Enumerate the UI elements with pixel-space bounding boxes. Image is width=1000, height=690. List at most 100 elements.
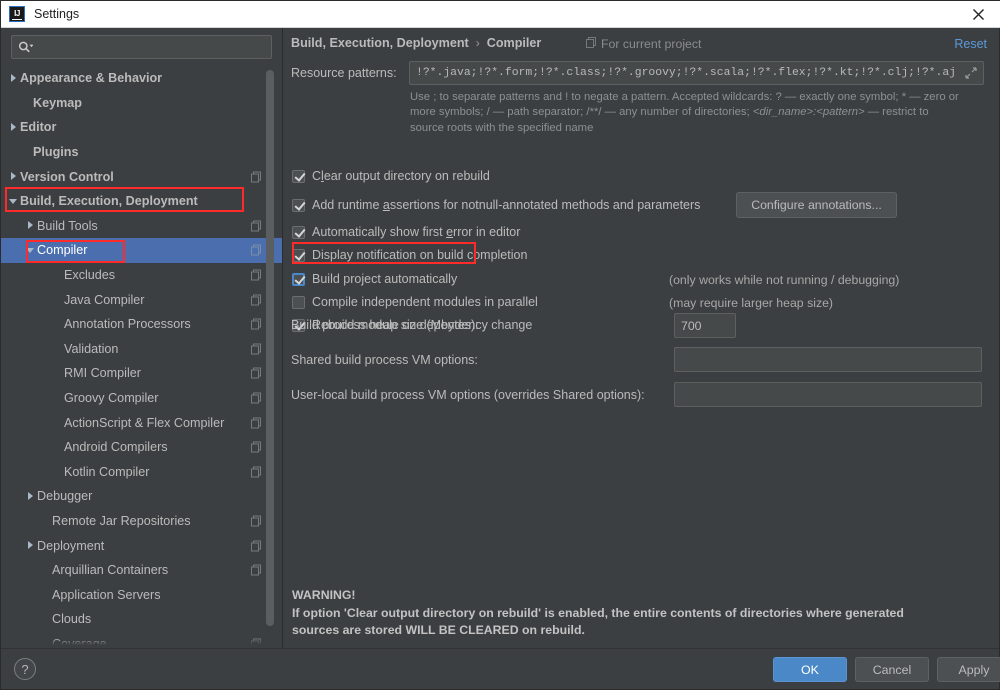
label-part-pre: Display notification on build completion [312,248,528,262]
label-mnemonic: e [446,225,454,239]
sidebar-item-coverage[interactable]: Coverage [1,632,282,648]
checkbox-clear-output-directory-on[interactable] [292,169,305,183]
close-icon[interactable] [955,1,1000,27]
project-scope-icon [251,269,262,281]
checkbox-build-project-automatically[interactable] [292,272,305,286]
sidebar-scrollbar-track[interactable] [266,68,278,644]
sidebar-item-excludes[interactable]: Excludes [1,263,282,288]
chevron-right-icon[interactable] [26,491,37,502]
field-input-shared-build-process-vm[interactable] [674,347,982,372]
sidebar-item-version-control[interactable]: Version Control [1,164,282,189]
sidebar-item-clouds[interactable]: Clouds [1,607,282,632]
checkbox-row-clear-output-directory-on: Clear output directory on rebuild [292,169,490,183]
sidebar-item-kotlin-compiler[interactable]: Kotlin Compiler [1,460,282,485]
cancel-button[interactable]: Cancel [855,657,929,682]
resource-patterns-label: Resource patterns: [291,66,397,80]
sidebar-item-actionscript-flex-compiler[interactable]: ActionScript & Flex Compiler [1,410,282,435]
sidebar-item-label: Groovy Compiler [64,391,159,406]
hint-line-1: Use ; to separate patterns and ! to nega… [410,91,959,103]
project-scope-icon [251,638,262,648]
sidebar-item-build-execution-deployment[interactable]: Build, Execution, Deployment [1,189,282,214]
sidebar-item-appearance-behavior[interactable]: Appearance & Behavior [1,66,282,91]
sidebar-item-label: Build, Execution, Deployment [20,194,198,209]
sidebar-item-label: Application Servers [52,587,161,602]
checkbox-compile-independent-modules-in[interactable] [292,295,305,309]
logo-text: IJ [14,9,20,18]
warning-line-3: sources are stored WILL BE CLEARED on re… [292,623,585,637]
chevron-right-icon[interactable] [26,220,37,231]
sidebar-item-editor[interactable]: Editor [1,115,282,140]
checkbox-label[interactable]: Automatically show first error in editor [312,225,520,239]
sidebar-item-build-tools[interactable]: Build Tools [1,214,282,239]
checkbox-label[interactable]: Compile independent modules in parallel [312,295,538,309]
settings-tree[interactable]: Appearance & Behavior Keymap Editor Plugins… [1,66,282,648]
breadcrumb-current: Compiler [486,36,542,50]
resource-patterns-field[interactable]: !?*.java;!?*.form;!?*.class;!?*.groovy;!… [409,61,984,85]
search-icon [18,41,33,54]
sidebar-item-compiler[interactable]: Compiler [1,238,282,263]
title-bar: IJ Settings [1,1,1000,28]
search-input[interactable] [38,40,265,54]
resource-patterns-value[interactable]: !?*.java;!?*.form;!?*.class;!?*.groovy;!… [410,67,959,79]
sidebar-item-validation[interactable]: Validation [1,337,282,362]
chevron-right-icon[interactable] [26,540,37,551]
settings-sidebar: Appearance & Behavior Keymap Editor Plugins… [1,28,283,648]
reset-link[interactable]: Reset [954,37,987,51]
checkbox-label[interactable]: Clear output directory on rebuild [312,169,490,183]
ok-button[interactable]: OK [773,657,847,682]
field-label-build-process-heap-size: Build process heap size (Mbytes): [291,318,479,332]
search-box[interactable] [11,35,272,59]
chevron-down-icon[interactable] [26,245,37,256]
sidebar-item-application-servers[interactable]: Application Servers [1,582,282,607]
checkbox-add-runtime-assertions-for[interactable] [292,198,305,212]
sidebar-item-annotation-processors[interactable]: Annotation Processors [1,312,282,337]
sidebar-item-label: Java Compiler [64,292,145,307]
chevron-right-icon[interactable] [9,171,20,182]
help-button[interactable]: ? [14,658,36,680]
sidebar-item-deployment[interactable]: Deployment [1,533,282,558]
sidebar-item-groovy-compiler[interactable]: Groovy Compiler [1,386,282,411]
sidebar-item-java-compiler[interactable]: Java Compiler [1,287,282,312]
sidebar-item-label: Appearance & Behavior [20,71,163,86]
sidebar-item-remote-jar-repositories[interactable]: Remote Jar Repositories [1,509,282,534]
sidebar-item-android-compilers[interactable]: Android Compilers [1,435,282,460]
checkbox-label[interactable]: Add runtime assertions for notnull-annot… [312,198,700,212]
apply-button[interactable]: Apply [937,657,1000,682]
project-scope-icon [251,367,262,379]
expand-icon[interactable] [959,62,983,84]
checkbox-display-notification-on-build[interactable] [292,248,305,262]
configure-annotations-button[interactable]: Configure annotations... [736,192,897,218]
field-input-build-process-heap-size[interactable] [674,313,736,338]
sidebar-item-label: Annotation Processors [64,317,191,332]
window-title: Settings [34,7,80,21]
chevron-down-icon[interactable] [9,196,20,207]
label-part-pre: Add runtime [312,198,383,212]
sidebar-item-label: Debugger [37,489,93,504]
warning-line-2: If option 'Clear output directory on reb… [292,605,904,620]
sidebar-item-rmi-compiler[interactable]: RMI Compiler [1,361,282,386]
sidebar-item-plugins[interactable]: Plugins [1,140,282,165]
checkbox-label[interactable]: Display notification on build completion [312,248,527,262]
breadcrumb: Build, Execution, Deployment › Compiler [291,36,541,50]
compiler-settings-panel: Build, Execution, Deployment › Compiler … [284,28,999,648]
sidebar-item-debugger[interactable]: Debugger [1,484,282,509]
sidebar-scrollbar-thumb[interactable] [266,70,274,626]
sidebar-item-arquillian-containers[interactable]: Arquillian Containers [1,558,282,583]
breadcrumb-parent[interactable]: Build, Execution, Deployment [291,36,469,50]
chevron-right-icon[interactable] [9,122,20,133]
checkbox-label[interactable]: Build project automatically [312,272,457,286]
project-scope-icon [251,392,262,404]
field-input-user-local-build-process[interactable] [674,382,982,407]
checkbox-automatically-show-first-error[interactable] [292,225,305,239]
checkbox-row-compile-independent-modules-in: Compile independent modules in parallel [292,295,538,309]
chevron-right-icon[interactable] [9,73,20,84]
project-scope-icon [251,466,262,478]
sidebar-item-keymap[interactable]: Keymap [1,91,282,116]
checkbox-row-add-runtime-assertions-for: Add runtime assertions for notnull-annot… [292,198,700,212]
sidebar-item-label: Plugins [33,145,79,160]
